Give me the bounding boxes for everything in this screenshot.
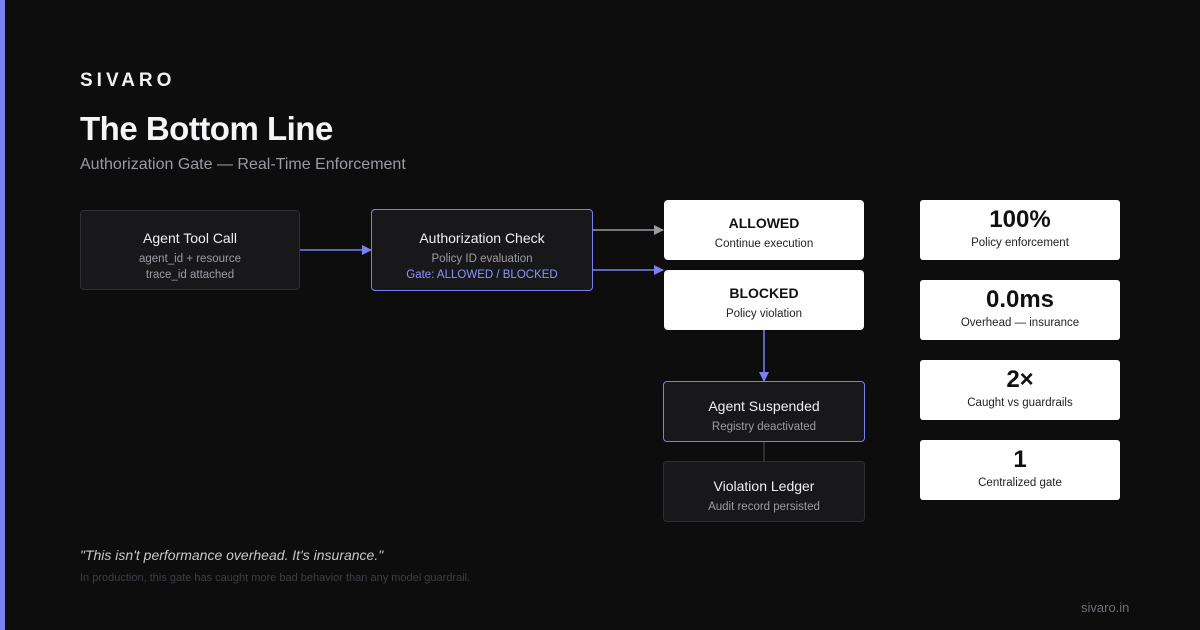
node-detail: Continue execution [714,238,814,250]
stat-value: 0.0ms [985,286,1055,313]
stat-card: 0.0ms Overhead — insurance [920,280,1120,340]
node-title: Violation Ledger [713,478,815,494]
pull-quote: "This isn't performance overhead. It's i… [80,547,384,563]
node-authorization-check: Authorization Check Policy ID evaluation… [371,209,593,291]
stat-label: Centralized gate [978,477,1062,489]
stat-value: 100% [989,206,1051,233]
node-title: Agent Suspended [708,398,820,414]
node-detail: agent_id + resource [139,253,241,265]
node-detail: trace_id attached [145,269,235,281]
node-title: Agent Tool Call [143,230,237,246]
node-allowed: ALLOWED Continue execution [664,200,864,260]
node-detail: Policy violation [725,308,803,320]
stat-card: 1 Centralized gate [920,440,1120,500]
node-detail: Registry deactivated [711,421,817,433]
node-agent-tool-call: Agent Tool Call agent_id + resource trac… [80,210,300,290]
stat-value: 1 [1013,446,1027,473]
stat-label: Overhead — insurance [960,317,1080,329]
site-url: sivaro.in [1081,600,1130,615]
stat-card: 2× Caught vs guardrails [920,360,1120,420]
footnote: In production, this gate has caught more… [80,572,471,584]
gate-status: Gate: ALLOWED / BLOCKED [406,269,558,281]
node-detail: Audit record persisted [708,501,820,513]
node-title: BLOCKED [729,285,799,301]
stat-card: 100% Policy enforcement [920,200,1120,260]
node-title: ALLOWED [728,215,800,231]
node-violation-ledger: Violation Ledger Audit record persisted [663,461,865,522]
stat-label: Caught vs guardrails [967,397,1073,409]
node-title: Authorization Check [419,230,545,246]
node-agent-suspended: Agent Suspended Registry deactivated [663,381,865,442]
stat-value: 2× [1006,366,1034,393]
stat-label: Policy enforcement [971,237,1069,249]
node-detail: Policy ID evaluation [431,253,533,265]
node-blocked: BLOCKED Policy violation [664,270,864,330]
